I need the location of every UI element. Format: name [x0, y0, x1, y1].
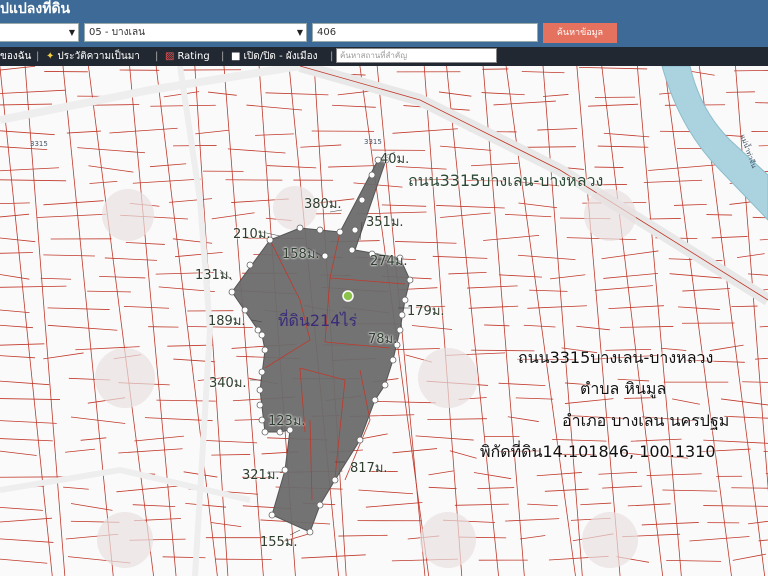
- plot-vertex: [256, 386, 264, 394]
- plot-vertex: [296, 224, 304, 232]
- district-select[interactable]: 05 - บางเลน ▼: [84, 23, 307, 42]
- plot-vertex: [368, 171, 376, 179]
- distance-label: 340ม.: [209, 376, 247, 391]
- header-bar: ปแปลงที่ดิน ▼ 05 - บางเลน ▼ 406 ค้นหาข้อ…: [0, 0, 768, 47]
- distance-label: 817ม.: [350, 461, 388, 476]
- river: [661, 66, 768, 221]
- place-search-input[interactable]: ค้นหาสถานที่สำคัญ: [336, 48, 497, 63]
- parcel-boundary: [446, 66, 499, 576]
- chart-icon: ▨: [165, 51, 175, 62]
- search-button[interactable]: ค้นหาข้อมูล: [543, 23, 617, 43]
- parcel-number-value: 406: [317, 27, 337, 38]
- plot-vertex: [336, 228, 344, 236]
- distance-label: 351ม.: [366, 215, 404, 230]
- distance-label: 274ม.: [370, 254, 408, 269]
- chevron-down-icon: ▼: [296, 28, 303, 37]
- parcel-boundary: [0, 502, 768, 511]
- distance-label: 123ม.: [268, 414, 306, 429]
- location-pin-icon[interactable]: [342, 290, 354, 302]
- land-parcel-app: ปแปลงที่ดิน ▼ 05 - บางเลน ▼ 406 ค้นหาข้อ…: [0, 0, 768, 576]
- plot-vertex: [258, 416, 266, 424]
- separator: |: [221, 51, 225, 62]
- parcel-boundary: [0, 100, 768, 111]
- distance-label: 210ม.: [233, 227, 271, 242]
- plot-vertex: [258, 368, 266, 376]
- distance-label: 321ม.: [242, 468, 280, 483]
- plot-vertex: [351, 226, 359, 234]
- district-select-value: 05 - บางเลน: [89, 27, 145, 38]
- plot-vertex: [331, 476, 339, 484]
- plot-vertex: [348, 246, 356, 254]
- plot-vertex: [306, 528, 314, 536]
- plot-label: ที่ดิน214ไร่: [278, 311, 358, 330]
- road-number-label: 3315: [364, 138, 382, 146]
- plot-vertex: [316, 226, 324, 234]
- distance-label: 78ม.: [368, 332, 398, 347]
- info-road: ถนน3315บางเลน-บางหลวง: [518, 348, 714, 367]
- parcel-boundary: [0, 178, 767, 188]
- toolbar-item-zoning-label: เปิด/ปิด - ผังเมือง: [243, 51, 318, 62]
- parcel-number-input[interactable]: 406: [312, 23, 538, 42]
- separator: |: [155, 51, 159, 62]
- parcel-boundary: [0, 66, 768, 76]
- plot-vertex: [396, 326, 404, 334]
- distance-label: 380ม.: [304, 197, 342, 212]
- toolbar-item-history[interactable]: ✦ ประวัติความเป็นมา: [46, 47, 140, 66]
- map-canvas[interactable]: 3315 3315 แม่น้ำท่าจีน 40ม. 380ม. 351ม. …: [0, 66, 768, 576]
- info-subdistrict: ตำบล หินมูล: [580, 379, 667, 398]
- road-number-label: 3315: [30, 140, 48, 148]
- plot-vertex: [406, 276, 414, 284]
- info-district: อำเภอ บางเลน นครปฐม: [562, 411, 730, 430]
- toolbar-item-rating[interactable]: ▨ Rating: [165, 47, 210, 66]
- distance-label: 40ม.: [380, 152, 410, 167]
- toolbar-item-history-label: ประวัติความเป็นมา: [57, 51, 140, 62]
- plot-vertex: [321, 252, 329, 260]
- province-select[interactable]: ▼: [0, 23, 79, 42]
- page-title: ปแปลงที่ดิน: [0, 1, 71, 17]
- plot-vertex: [356, 436, 364, 444]
- plot-vertex: [246, 261, 254, 269]
- plot-vertex: [228, 288, 236, 296]
- plot-vertex: [358, 196, 366, 204]
- plot-vertex: [389, 356, 397, 364]
- parcel-boundary: [129, 66, 177, 576]
- toolbar-item-rating-label: Rating: [177, 51, 210, 62]
- parcel-boundary: [62, 66, 114, 576]
- plot-vertex: [371, 396, 379, 404]
- checkbox-icon: ■: [231, 51, 241, 62]
- plot-vertex: [261, 346, 269, 354]
- plot-vertex: [256, 401, 264, 409]
- plot-vertex: [398, 311, 406, 319]
- parcel-boundary: [542, 66, 583, 576]
- place-search-placeholder: ค้นหาสถานที่สำคัญ: [340, 51, 408, 60]
- history-icon: ✦: [46, 51, 55, 62]
- distance-label: 155ม.: [260, 535, 298, 550]
- distance-label: 179ม.: [407, 304, 445, 319]
- parcel-map: [0, 66, 768, 576]
- plot-vertex: [268, 511, 276, 519]
- toolbar-item-zoning[interactable]: ■ เปิด/ปิด - ผังเมือง: [231, 47, 318, 66]
- parcel-boundary: [576, 66, 621, 576]
- separator: |: [36, 51, 40, 62]
- plot-vertex: [381, 381, 389, 389]
- toolbar-item-mine[interactable]: ของฉัน: [0, 47, 31, 66]
- plot-vertex: [316, 501, 324, 509]
- distance-label: 131ม.: [195, 268, 233, 283]
- road-label: ถนน3315บางเลน-บางหลวง: [408, 171, 604, 190]
- chevron-down-icon: ▼: [68, 28, 75, 37]
- toolbar-item-mine-label: ของฉัน: [0, 51, 32, 62]
- distance-label: 158ม.: [282, 247, 320, 262]
- parcel-boundary: [601, 66, 664, 576]
- separator: |: [330, 51, 334, 62]
- parcel-boundary: [88, 66, 154, 576]
- parcel-boundary: [423, 66, 463, 576]
- distance-label: 189ม.: [208, 314, 246, 329]
- info-coordinates: พิกัดที่ดิน14.101846, 100.1310: [480, 442, 716, 461]
- plot-vertex: [281, 466, 289, 474]
- plot-vertex: [258, 331, 266, 339]
- plot-vertex: [254, 326, 262, 334]
